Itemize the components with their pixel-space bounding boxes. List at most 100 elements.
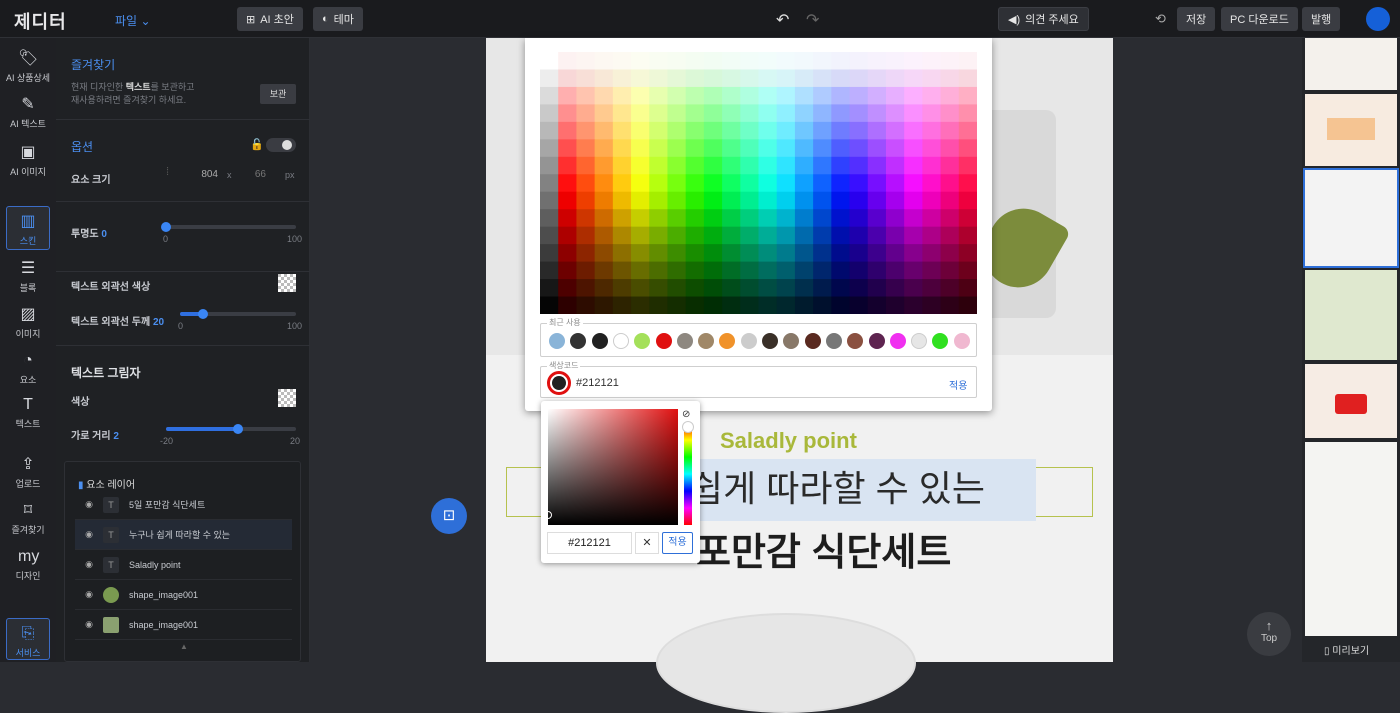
palette-cell[interactable] (667, 156, 687, 175)
palette-cell[interactable] (540, 156, 559, 175)
pc-download-button[interactable]: PC 다운로드 (1221, 7, 1298, 31)
palette-cell[interactable] (667, 191, 687, 210)
rail-block[interactable]: ☰ 블록 (0, 254, 56, 298)
palette-cell[interactable] (758, 296, 778, 314)
palette-cell[interactable] (758, 244, 778, 263)
palette-cell[interactable] (958, 191, 977, 210)
palette-cell[interactable] (576, 226, 596, 245)
palette-cell[interactable] (540, 209, 559, 228)
favorites-save-button[interactable]: 보관 (260, 84, 296, 104)
palette-cell[interactable] (558, 156, 577, 175)
recent-color-swatch[interactable] (911, 333, 928, 349)
palette-cell[interactable] (667, 69, 687, 88)
width-input[interactable]: 804 (178, 166, 218, 184)
palette-cell[interactable] (576, 121, 596, 140)
palette-cell[interactable] (867, 104, 887, 123)
palette-cell[interactable] (594, 121, 614, 140)
palette-cell[interactable] (904, 52, 923, 70)
palette-cell[interactable] (922, 139, 942, 158)
recent-color-swatch[interactable] (783, 333, 800, 349)
palette-cell[interactable] (758, 174, 778, 193)
palette-cell[interactable] (594, 174, 614, 193)
palette-cell[interactable] (940, 86, 960, 105)
palette-cell[interactable] (813, 261, 832, 280)
palette-cell[interactable] (776, 156, 796, 175)
palette-cell[interactable] (904, 156, 923, 175)
palette-cell[interactable] (867, 156, 887, 175)
palette-cell[interactable] (849, 279, 869, 298)
palette-cell[interactable] (540, 261, 559, 280)
palette-cell[interactable] (612, 191, 632, 210)
palette-cell[interactable] (922, 174, 942, 193)
palette-cell[interactable] (540, 86, 559, 105)
palette-cell[interactable] (776, 226, 796, 245)
palette-cell[interactable] (667, 209, 687, 228)
palette-cell[interactable] (667, 296, 687, 314)
palette-cell[interactable] (722, 209, 741, 228)
palette-cell[interactable] (831, 69, 851, 88)
palette-cell[interactable] (849, 121, 869, 140)
eye-icon[interactable]: ◉ (75, 589, 103, 600)
palette-cell[interactable] (794, 296, 814, 314)
thumb-page[interactable] (1305, 442, 1397, 636)
palette-cell[interactable] (867, 296, 887, 314)
palette-cell[interactable] (776, 104, 796, 123)
palette-cell[interactable] (904, 86, 923, 105)
palette-cell[interactable] (958, 86, 977, 105)
palette-cell[interactable] (631, 174, 650, 193)
selected-text-line[interactable]: 쉽게 따라할 수 있는 (676, 459, 1036, 521)
palette-cell[interactable] (885, 244, 905, 263)
palette-cell[interactable] (831, 52, 851, 70)
palette-cell[interactable] (940, 52, 960, 70)
recent-color-swatch[interactable] (804, 333, 821, 349)
palette-cell[interactable] (540, 69, 559, 88)
palette-cell[interactable] (685, 104, 705, 123)
palette-cell[interactable] (867, 174, 887, 193)
palette-cell[interactable] (758, 139, 778, 158)
palette-cell[interactable] (940, 139, 960, 158)
palette-cell[interactable] (612, 104, 632, 123)
palette-cell[interactable] (758, 261, 778, 280)
palette-cell[interactable] (776, 296, 796, 314)
palette-cell[interactable] (612, 296, 632, 314)
palette-cell[interactable] (940, 261, 960, 280)
palette-cell[interactable] (722, 104, 741, 123)
palette-cell[interactable] (831, 226, 851, 245)
palette-cell[interactable] (576, 191, 596, 210)
palette-cell[interactable] (940, 296, 960, 314)
palette-cell[interactable] (740, 191, 759, 210)
palette-cell[interactable] (740, 104, 759, 123)
palette-cell[interactable] (867, 244, 887, 263)
palette-cell[interactable] (631, 139, 650, 158)
palette-cell[interactable] (558, 52, 577, 70)
palette-cell[interactable] (576, 209, 596, 228)
palette-cell[interactable] (794, 86, 814, 105)
palette-cell[interactable] (540, 104, 559, 123)
palette-cell[interactable] (649, 52, 668, 70)
palette-cell[interactable] (849, 69, 869, 88)
palette-cell[interactable] (667, 104, 687, 123)
drag-handle-icon[interactable]: ⁞ (166, 166, 169, 178)
palette-cell[interactable] (940, 191, 960, 210)
recent-color-swatch[interactable] (570, 333, 587, 349)
palette-cell[interactable] (649, 209, 668, 228)
palette-cell[interactable] (758, 86, 778, 105)
palette-cell[interactable] (758, 104, 778, 123)
palette-cell[interactable] (594, 209, 614, 228)
palette-cell[interactable] (958, 156, 977, 175)
palette-cell[interactable] (885, 191, 905, 210)
palette-cell[interactable] (776, 261, 796, 280)
save-button[interactable]: 저장 (1177, 7, 1216, 31)
palette-cell[interactable] (631, 156, 650, 175)
palette-cell[interactable] (776, 279, 796, 298)
palette-cell[interactable] (576, 296, 596, 314)
layer-row[interactable]: ◉ shape_image001 (75, 610, 292, 640)
palette-cell[interactable] (904, 261, 923, 280)
palette-cell[interactable] (631, 104, 650, 123)
palette-cell[interactable] (813, 104, 832, 123)
palette-cell[interactable] (722, 121, 741, 140)
palette-cell[interactable] (703, 156, 723, 175)
palette-cell[interactable] (813, 156, 832, 175)
palette-cell[interactable] (831, 279, 851, 298)
palette-cell[interactable] (922, 69, 942, 88)
